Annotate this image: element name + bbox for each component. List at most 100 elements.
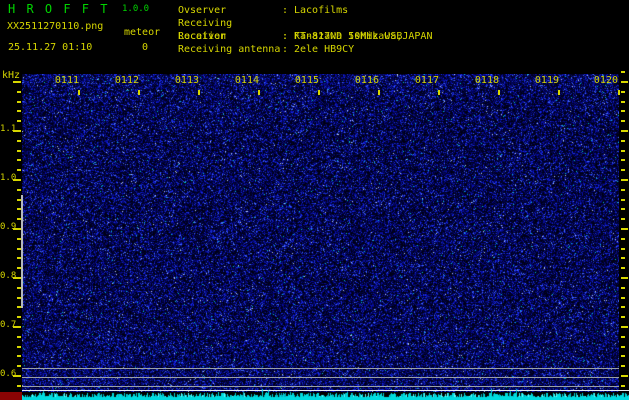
- info-value: Lacofilms: [294, 5, 348, 16]
- axis-tick: [438, 90, 440, 95]
- axis-tick: [621, 375, 628, 377]
- axis-tick: [621, 287, 625, 289]
- axis-tick: [318, 90, 320, 95]
- axis-tick: [13, 277, 21, 279]
- freq-label-0-8: 0.8: [0, 271, 14, 281]
- freq-label-0-7: 0.7: [0, 320, 14, 330]
- corner-indicator-block: [0, 392, 22, 400]
- axis-tick: [621, 228, 628, 230]
- info-separator: :: [282, 30, 294, 43]
- freq-label-1-0: 1.0: [0, 173, 14, 183]
- output-filename: XX2511270110.png: [7, 21, 103, 32]
- info-label: Receiving antenna: [178, 43, 282, 56]
- axis-tick: [621, 218, 625, 220]
- axis-tick: [17, 208, 21, 210]
- axis-tick: [378, 90, 380, 95]
- meteor-count: 0: [142, 42, 148, 53]
- axis-tick: [17, 101, 21, 103]
- axis-tick: [621, 120, 625, 122]
- axis-tick: [198, 90, 200, 95]
- freq-label-0-6: 0.6: [0, 369, 14, 379]
- axis-tick: [13, 130, 21, 132]
- axis-tick: [621, 150, 625, 152]
- axis-tick: [13, 179, 21, 181]
- axis-tick: [498, 90, 500, 95]
- frequency-unit-label: kHz: [2, 70, 20, 81]
- freq-label-0-9: 0.9: [0, 222, 14, 232]
- axis-tick: [621, 355, 625, 357]
- hrofft-window: H R O F F T 1.0.0 XX2511270110.png meteo…: [0, 0, 629, 400]
- axis-tick: [621, 199, 625, 201]
- axis-tick: [13, 326, 21, 328]
- axis-tick: [138, 90, 140, 95]
- axis-tick: [78, 90, 80, 95]
- count-range-marker: [21, 195, 23, 308]
- station-info: Ovserver:Lacofilms Receiving Location:Ka…: [178, 4, 432, 56]
- axis-tick: [17, 336, 21, 338]
- info-label: Receiver: [178, 30, 282, 43]
- axis-tick: [621, 306, 625, 308]
- axis-tick: [621, 101, 625, 103]
- axis-tick: [17, 385, 21, 387]
- axis-tick: [621, 365, 625, 367]
- time-label-0116: 0116: [354, 75, 379, 86]
- axis-tick: [621, 267, 625, 269]
- time-label-0117: 0117: [414, 75, 439, 86]
- axis-tick: [621, 257, 625, 259]
- signal-level-bar: [22, 388, 629, 400]
- info-row-antenna: Receiving antenna:2ele HB9CY: [178, 43, 432, 56]
- axis-tick: [13, 375, 21, 377]
- info-row-observer: Ovserver:Lacofilms: [178, 4, 432, 17]
- axis-tick: [621, 81, 628, 83]
- axis-tick: [17, 218, 21, 220]
- axis-tick: [13, 81, 21, 83]
- axis-tick: [17, 257, 21, 259]
- observation-datetime: 25.11.27 01:10: [8, 42, 92, 53]
- axis-tick: [17, 365, 21, 367]
- axis-tick: [17, 189, 21, 191]
- axis-tick: [17, 91, 21, 93]
- axis-tick: [17, 248, 21, 250]
- info-separator: :: [282, 4, 294, 17]
- axis-tick: [621, 71, 625, 73]
- time-label-0118: 0118: [474, 75, 499, 86]
- axis-tick: [621, 159, 625, 161]
- calibration-line-1: [22, 368, 619, 369]
- time-label-0113: 0113: [174, 75, 199, 86]
- axis-tick: [17, 316, 21, 318]
- axis-tick: [621, 189, 625, 191]
- info-row-receiver: Receiver:FT-817ND 50MHz USB: [178, 30, 432, 43]
- time-label-0112: 0112: [114, 75, 139, 86]
- axis-tick: [258, 90, 260, 95]
- axis-tick: [17, 297, 21, 299]
- axis-tick: [621, 110, 625, 112]
- axis-tick: [17, 346, 21, 348]
- axis-tick: [17, 238, 21, 240]
- axis-tick: [621, 130, 628, 132]
- axis-tick: [621, 297, 625, 299]
- info-value: 2ele HB9CY: [294, 44, 354, 55]
- axis-tick: [621, 238, 625, 240]
- axis-tick: [621, 336, 625, 338]
- axis-tick: [621, 140, 625, 142]
- axis-tick: [621, 316, 625, 318]
- info-label: Ovserver: [178, 4, 282, 17]
- axis-tick: [621, 385, 625, 387]
- time-label-0111: 0111: [54, 75, 79, 86]
- time-label-0119: 0119: [534, 75, 559, 86]
- axis-tick: [621, 179, 628, 181]
- axis-tick: [17, 120, 21, 122]
- axis-tick: [558, 90, 560, 95]
- spectrogram-noise-field: [22, 74, 619, 392]
- app-version: 1.0.0: [122, 4, 149, 14]
- axis-tick: [17, 159, 21, 161]
- axis-tick: [17, 355, 21, 357]
- axis-tick: [17, 140, 21, 142]
- axis-tick: [13, 228, 21, 230]
- axis-tick: [621, 91, 625, 93]
- axis-tick: [621, 277, 628, 279]
- axis-tick: [17, 306, 21, 308]
- axis-tick: [621, 248, 625, 250]
- info-value: FT-817ND 50MHz USB: [294, 31, 402, 42]
- app-title: H R O F F T: [8, 2, 109, 16]
